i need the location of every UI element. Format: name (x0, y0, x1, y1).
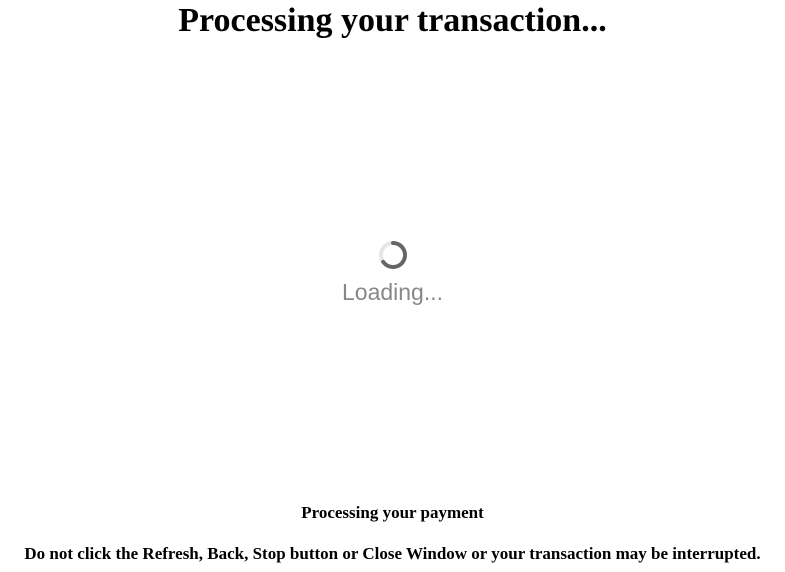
loading-indicator: Loading... (0, 238, 785, 306)
payment-status-text: Processing your payment (301, 503, 484, 522)
loading-text: Loading... (341, 279, 444, 305)
spinner-icon (376, 238, 410, 272)
warning-message: Do not click the Refresh, Back, Stop but… (24, 544, 761, 563)
page-title: Processing your transaction... (178, 2, 607, 39)
